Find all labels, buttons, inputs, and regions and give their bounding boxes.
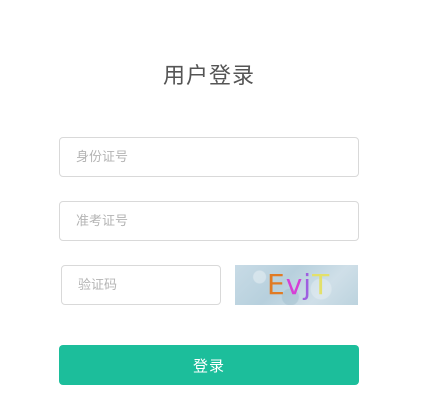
captcha-char: v (285, 268, 304, 301)
captcha-char: T (312, 268, 331, 301)
login-button[interactable]: 登录 (59, 345, 359, 385)
login-page: 用户登录 EvjT 登录 (0, 0, 438, 416)
captcha-char: j (303, 268, 313, 301)
captcha-image[interactable]: EvjT (235, 265, 358, 305)
page-title: 用户登录 (162, 64, 255, 89)
exam-number-input[interactable] (59, 201, 359, 241)
id-number-input[interactable] (59, 137, 359, 177)
captcha-text: EvjT (267, 268, 330, 302)
captcha-char: E (267, 268, 286, 301)
verification-code-input[interactable] (61, 265, 221, 305)
